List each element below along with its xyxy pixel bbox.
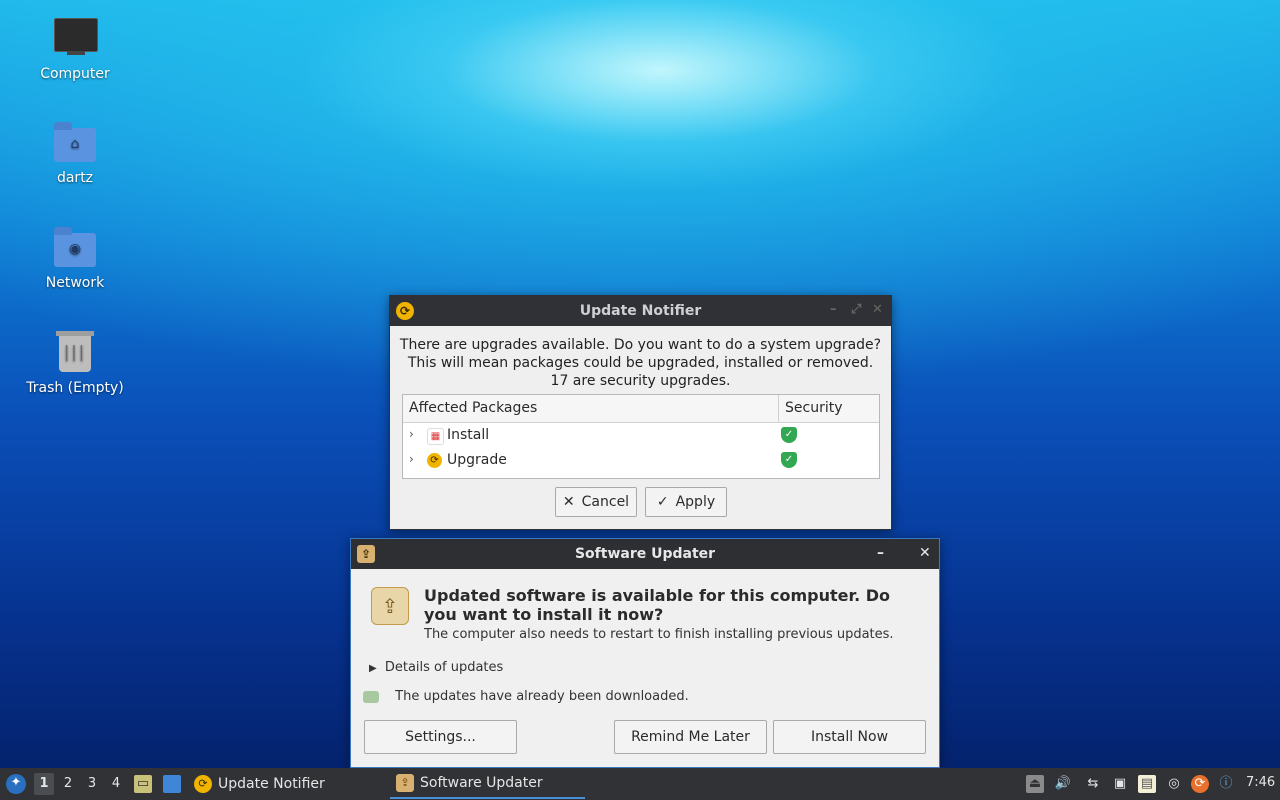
notification-icon[interactable]: ⓘ [1217,775,1235,793]
clipboard-icon[interactable]: ▤ [1138,775,1156,793]
task-update-notifier[interactable]: ⟳ Update Notifier [194,768,379,799]
desktop-icon-trash[interactable]: ||| Trash (Empty) [20,331,130,396]
desktop-icon-label: Trash (Empty) [26,380,124,396]
apply-label: Apply [675,494,716,510]
desktop-icon-label: dartz [56,170,94,186]
desktop-icon-label: Computer [40,66,110,82]
file-manager-icon[interactable]: ▭ [134,775,152,793]
minimize-icon[interactable]: – [877,545,884,561]
desktop-icon-home[interactable]: ⌂ dartz [20,122,130,186]
app-menu-icon[interactable]: ✦ [6,774,26,794]
tree-row-install[interactable]: › ▦ Install ✓ [403,423,879,448]
row-label: Install [447,427,490,443]
network-folder-icon: ◉ [54,227,96,269]
workspace-3[interactable]: 3 [82,773,102,795]
workspace-2[interactable]: 2 [58,773,78,795]
security-shield-icon: ✓ [781,452,797,468]
details-label: Details of updates [384,660,504,675]
message-line: This will mean packages could be upgrade… [407,355,874,371]
trash-icon: ||| [54,331,96,374]
downloaded-label: The updates have already been downloaded… [395,689,689,704]
message-line: 17 are security upgrades. [550,373,731,389]
download-status-icon [363,690,379,703]
upgrade-icon: ⟳ [427,453,442,468]
workspace-1[interactable]: 1 [34,773,54,795]
task-label: Update Notifier [218,775,325,792]
tree-row-upgrade[interactable]: › ⟳ Upgrade ✓ [403,448,879,473]
monitor-icon [54,18,98,60]
network-icon[interactable]: ⇆ [1084,775,1102,793]
security-shield-icon: ✓ [781,427,797,443]
cancel-icon: ✕ [562,494,575,510]
expander-icon[interactable]: › [409,452,414,466]
upgrade-message: There are upgrades available. Do you wan… [390,336,891,390]
expander-triangle-icon: ▶ [369,663,377,674]
desktop-icon-computer[interactable]: Computer [20,18,130,82]
row-label: Upgrade [447,452,507,468]
remind-me-later-button[interactable]: Remind Me Later [614,720,767,754]
workspace-4[interactable]: 4 [106,773,126,795]
column-divider [778,395,779,422]
downloaded-status: The updates have already been downloaded… [363,689,689,704]
install-icon: ▦ [427,428,444,445]
message-line: There are upgrades available. Do you wan… [399,337,882,353]
packages-tree: Affected Packages Security › ▦ Install ✓… [402,394,880,479]
update-notifier-icon: ⟳ [194,774,212,793]
install-now-button[interactable]: Install Now [773,720,926,754]
settings-button[interactable]: Settings... [364,720,517,754]
maximize-icon[interactable]: ⤢ [851,302,861,317]
settings-label: Settings... [405,729,476,745]
update-notifier-window: ⟳ Update Notifier – ⤢ ✕ There are upgrad… [389,295,892,530]
updater-dialog-icon: ⇪ [371,587,409,625]
home-folder-icon: ⌂ [54,122,96,164]
minimize-icon[interactable]: – [830,302,837,317]
task-label: Software Updater [420,774,543,791]
details-expander[interactable]: ▶ Details of updates [369,660,503,675]
eject-icon[interactable]: ⏏ [1026,775,1044,793]
show-desktop-icon[interactable] [163,775,181,793]
display-icon[interactable]: ▣ [1111,775,1129,793]
column-header-security[interactable]: Security [785,400,843,416]
updater-titlebar[interactable]: ⇪ Software Updater – ✕ [351,539,939,569]
column-header-packages[interactable]: Affected Packages [409,400,537,416]
restart-notice: The computer also needs to restart to fi… [424,627,894,642]
check-icon: ✓ [656,494,669,510]
install-label: Install Now [810,729,889,745]
clock[interactable]: 7:46 [1246,775,1275,790]
sync-icon[interactable]: ◎ [1165,775,1183,793]
volume-icon[interactable]: 🔊 [1054,775,1072,793]
cancel-label: Cancel [581,494,630,510]
desktop-icon-network[interactable]: ◉ Network [20,227,130,291]
desktop-icon-label: Network [45,275,105,291]
task-software-updater[interactable]: ⇪ Software Updater [390,768,585,799]
expander-icon[interactable]: › [409,427,414,441]
remind-label: Remind Me Later [631,729,750,745]
software-updater-icon: ⇪ [396,773,414,792]
close-icon[interactable]: ✕ [872,302,883,317]
cancel-button[interactable]: ✕ Cancel [555,487,637,517]
apply-button[interactable]: ✓ Apply [645,487,727,517]
taskbar: ✦ 1 2 3 4 ▭ ⟳ Update Notifier ⇪ Software… [0,768,1280,800]
window-title: Update Notifier [579,303,702,319]
window-title: Software Updater [574,546,716,562]
updates-available-icon[interactable]: ⟳ [1191,775,1209,793]
close-icon[interactable]: ✕ [919,545,931,561]
update-headline: Updated software is available for this c… [424,586,891,624]
software-updater-window: ⇪ Software Updater – ✕ ⇪ Updated softwar… [350,538,940,768]
notifier-titlebar[interactable]: ⟳ Update Notifier – ⤢ ✕ [390,296,891,326]
tree-header: Affected Packages Security [403,395,879,423]
